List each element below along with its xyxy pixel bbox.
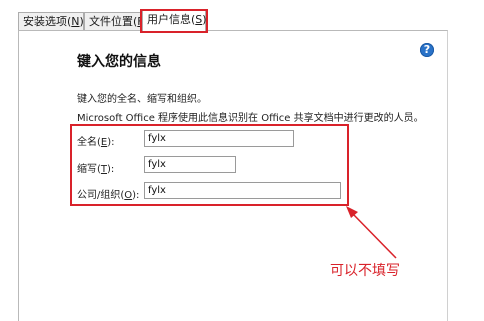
instruction-text: 键入您的全名、缩写和组织。 [77,94,207,105]
tab-install-options[interactable]: 安装选项(N) [18,12,84,30]
help-icon[interactable]: ? [420,43,434,57]
full-name-label-end: ): [107,137,115,148]
tab-install-options-accel: N [71,15,80,28]
tab-user-info-close: ) [202,13,207,26]
initials-label-end: ): [107,164,115,175]
full-name-label: 全名(E): [77,133,115,148]
organization-accel: O [124,190,133,201]
tab-file-location-label: 文件位置( [89,15,138,28]
tab-install-options-label: 安装选项( [23,15,72,28]
organization-label: 公司/组织(O): [77,186,139,201]
initials-label-text: 缩写( [77,164,101,175]
page-title: 键入您的信息 [77,54,161,70]
tab-file-location[interactable]: 文件位置(F) [84,12,148,30]
description-text: Microsoft Office 程序使用此信息识别在 Office 共享文档中… [77,113,424,124]
initials-input[interactable] [144,156,236,173]
organization-label-end: ): [132,190,140,201]
office-options-dialog: 安装选项(N) 文件位置(F) 用户信息(S) ? 键入您的信息 键入您的全名、… [0,0,484,321]
full-name-input[interactable] [144,130,294,147]
organization-input[interactable] [144,182,341,199]
initials-label: 缩写(T): [77,160,114,175]
annotation-text: 可以不填写 [330,263,400,279]
organization-label-text: 公司/组织( [77,190,125,201]
tab-user-info-label: 用户信息( [147,13,196,26]
tab-user-info[interactable]: 用户信息(S) [142,10,207,31]
full-name-label-text: 全名( [77,137,101,148]
